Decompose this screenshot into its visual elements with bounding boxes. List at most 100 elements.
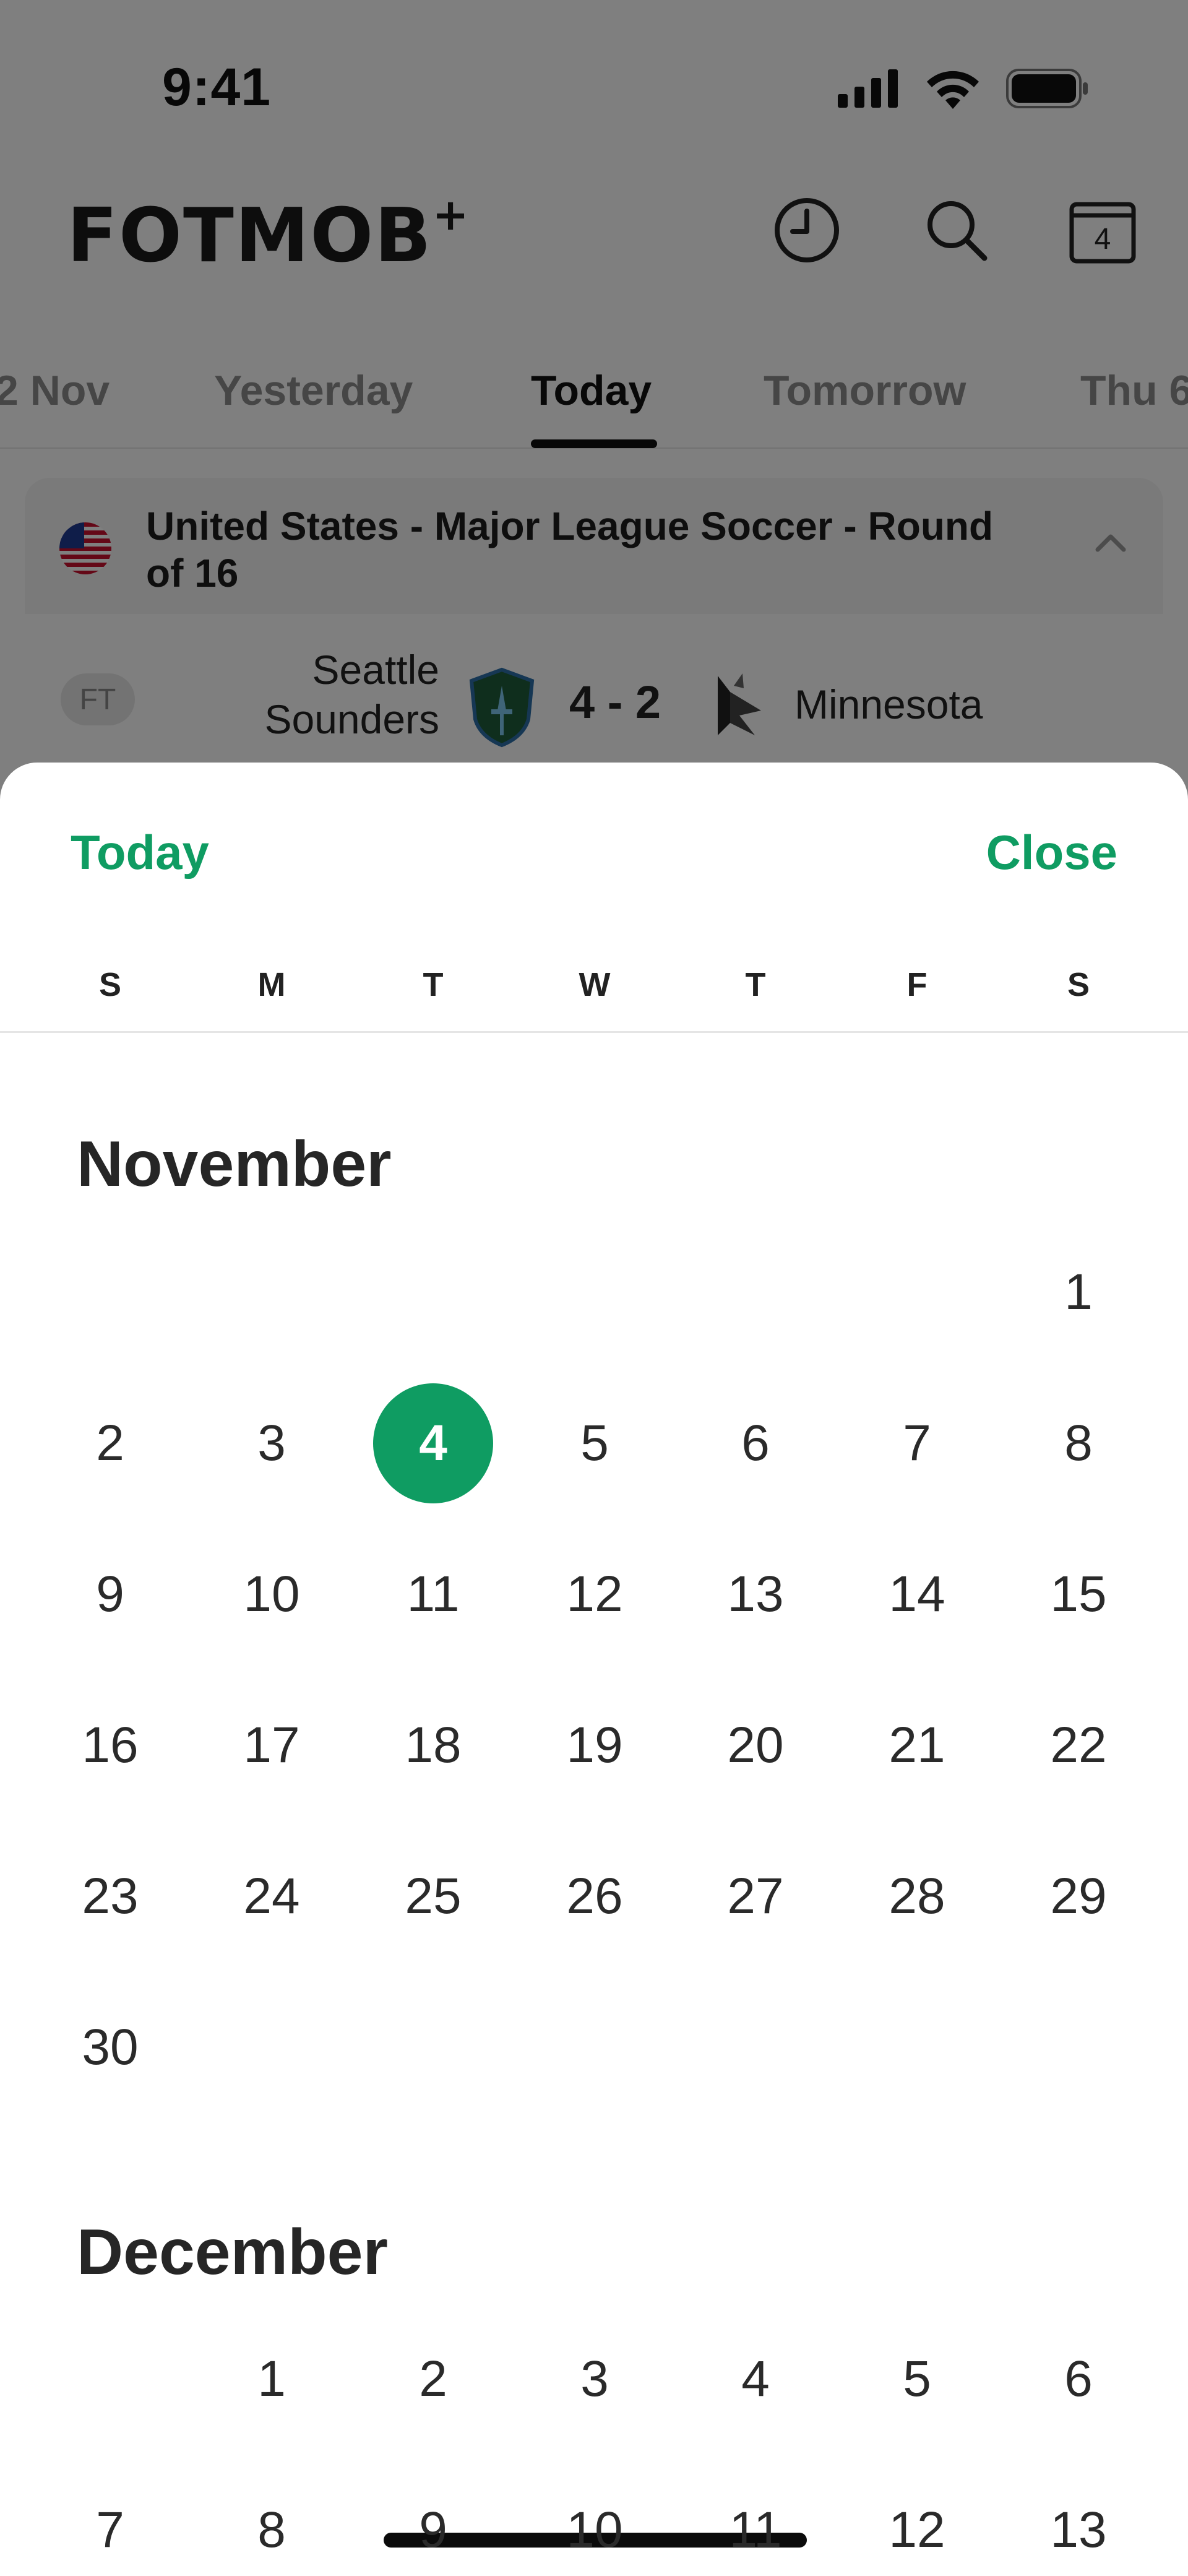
weekday-label: W bbox=[579, 966, 611, 1003]
day-number: 2 bbox=[419, 2351, 447, 2407]
day-cell[interactable]: 23 bbox=[48, 1835, 172, 1958]
day-cell[interactable]: 16 bbox=[48, 1683, 172, 1807]
day-number: 6 bbox=[1064, 2351, 1093, 2407]
day-number: 23 bbox=[82, 1868, 139, 1924]
day-number: 10 bbox=[566, 2502, 623, 2558]
day-cell[interactable]: 13 bbox=[1017, 2468, 1140, 2576]
day-number: 19 bbox=[566, 1717, 623, 1773]
modal-overlay[interactable] bbox=[0, 0, 1188, 805]
day-number: 1 bbox=[1064, 1264, 1093, 1320]
day-number: 9 bbox=[419, 2502, 447, 2558]
weekday-label: S bbox=[1067, 966, 1090, 1003]
day-number: 1 bbox=[257, 2351, 286, 2407]
day-number: 12 bbox=[566, 1566, 623, 1622]
day-cell[interactable]: 9 bbox=[371, 2468, 495, 2576]
day-number: 5 bbox=[580, 1415, 609, 1471]
day-number: 9 bbox=[96, 1566, 124, 1622]
day-cell[interactable]: 13 bbox=[694, 1532, 817, 1656]
day-number: 3 bbox=[580, 2351, 609, 2407]
day-number: 20 bbox=[727, 1717, 784, 1773]
day-number: 24 bbox=[243, 1868, 300, 1924]
month-title: December bbox=[77, 2216, 388, 2288]
day-cell[interactable]: 21 bbox=[855, 1683, 979, 1807]
day-cell[interactable]: 8 bbox=[210, 2468, 334, 2576]
day-cell[interactable]: 14 bbox=[855, 1532, 979, 1656]
day-cell[interactable]: 2 bbox=[48, 1381, 172, 1505]
day-number: 13 bbox=[1050, 2502, 1107, 2558]
day-cell[interactable]: 4 bbox=[694, 2317, 817, 2441]
day-number: 11 bbox=[407, 1566, 460, 1622]
day-cell[interactable]: 3 bbox=[210, 1381, 334, 1505]
day-number: 8 bbox=[257, 2502, 286, 2558]
month-title: November bbox=[77, 1128, 392, 1200]
day-cell[interactable]: 12 bbox=[533, 1532, 656, 1656]
day-cell[interactable]: 1 bbox=[1017, 1230, 1140, 1354]
weekday-label: T bbox=[745, 966, 766, 1003]
weekday-label: T bbox=[423, 966, 444, 1003]
day-number: 4 bbox=[419, 1415, 447, 1471]
day-cell[interactable]: 29 bbox=[1017, 1835, 1140, 1958]
weekday-header: SMTWTFS bbox=[0, 966, 1188, 1013]
day-number: 7 bbox=[903, 1415, 931, 1471]
day-cell[interactable]: 7 bbox=[855, 1381, 979, 1505]
day-number: 10 bbox=[243, 1566, 300, 1622]
day-cell[interactable]: 18 bbox=[371, 1683, 495, 1807]
day-number: 26 bbox=[566, 1868, 623, 1924]
day-number: 7 bbox=[96, 2502, 124, 2558]
weekday-divider bbox=[0, 1031, 1188, 1033]
day-number: 29 bbox=[1050, 1868, 1107, 1924]
day-number: 8 bbox=[1064, 1415, 1093, 1471]
day-cell[interactable]: 11 bbox=[694, 2468, 817, 2576]
day-cell[interactable]: 3 bbox=[533, 2317, 656, 2441]
app-background: 9:41 FOTMOB+ bbox=[0, 0, 1188, 849]
weekday-label: F bbox=[906, 966, 928, 1003]
day-number: 17 bbox=[243, 1717, 300, 1773]
day-cell[interactable]: 10 bbox=[533, 2468, 656, 2576]
day-number: 21 bbox=[889, 1717, 945, 1773]
day-number: 11 bbox=[729, 2502, 782, 2558]
day-number: 2 bbox=[96, 1415, 124, 1471]
day-cell[interactable]: 6 bbox=[1017, 2317, 1140, 2441]
close-button[interactable]: Close bbox=[986, 824, 1117, 881]
day-cell[interactable]: 5 bbox=[533, 1381, 656, 1505]
day-cell[interactable]: 20 bbox=[694, 1683, 817, 1807]
calendar-sheet: Today Close SMTWTFS November 1 2 3 4 5 6 7 8 9 10 1… bbox=[0, 763, 1188, 2576]
day-number: 27 bbox=[727, 1868, 784, 1924]
day-number: 25 bbox=[405, 1868, 462, 1924]
day-cell[interactable]: 10 bbox=[210, 1532, 334, 1656]
day-number: 28 bbox=[889, 1868, 945, 1924]
day-cell[interactable]: 6 bbox=[694, 1381, 817, 1505]
day-cell[interactable]: 24 bbox=[210, 1835, 334, 1958]
day-cell[interactable]: 5 bbox=[855, 2317, 979, 2441]
day-number: 6 bbox=[741, 1415, 770, 1471]
day-number: 5 bbox=[903, 2351, 931, 2407]
day-cell[interactable]: 11 bbox=[371, 1532, 495, 1656]
day-number: 12 bbox=[889, 2502, 945, 2558]
weekday-label: M bbox=[257, 966, 286, 1003]
day-cell[interactable]: 7 bbox=[48, 2468, 172, 2576]
day-cell[interactable]: 28 bbox=[855, 1835, 979, 1958]
day-number: 16 bbox=[82, 1717, 139, 1773]
day-cell[interactable]: 2 bbox=[371, 2317, 495, 2441]
day-cell[interactable]: 17 bbox=[210, 1683, 334, 1807]
day-cell[interactable]: 9 bbox=[48, 1532, 172, 1656]
day-number: 22 bbox=[1050, 1717, 1107, 1773]
weekday-label: S bbox=[98, 966, 122, 1003]
day-cell[interactable]: 25 bbox=[371, 1835, 495, 1958]
day-number: 18 bbox=[405, 1717, 462, 1773]
day-number: 13 bbox=[727, 1566, 784, 1622]
day-number: 3 bbox=[257, 1415, 286, 1471]
day-cell[interactable]: 8 bbox=[1017, 1381, 1140, 1505]
day-number: 15 bbox=[1050, 1566, 1107, 1622]
day-cell[interactable]: 1 bbox=[210, 2317, 334, 2441]
day-cell[interactable]: 15 bbox=[1017, 1532, 1140, 1656]
day-cell[interactable]: 30 bbox=[48, 1986, 172, 2109]
day-cell[interactable]: 26 bbox=[533, 1835, 656, 1958]
day-cell[interactable]: 27 bbox=[694, 1835, 817, 1958]
day-cell-selected[interactable]: 4 bbox=[371, 1381, 495, 1505]
day-cell[interactable]: 22 bbox=[1017, 1683, 1140, 1807]
today-button[interactable]: Today bbox=[71, 824, 209, 881]
day-cell[interactable]: 19 bbox=[533, 1683, 656, 1807]
day-number: 30 bbox=[82, 2019, 139, 2075]
day-cell[interactable]: 12 bbox=[855, 2468, 979, 2576]
